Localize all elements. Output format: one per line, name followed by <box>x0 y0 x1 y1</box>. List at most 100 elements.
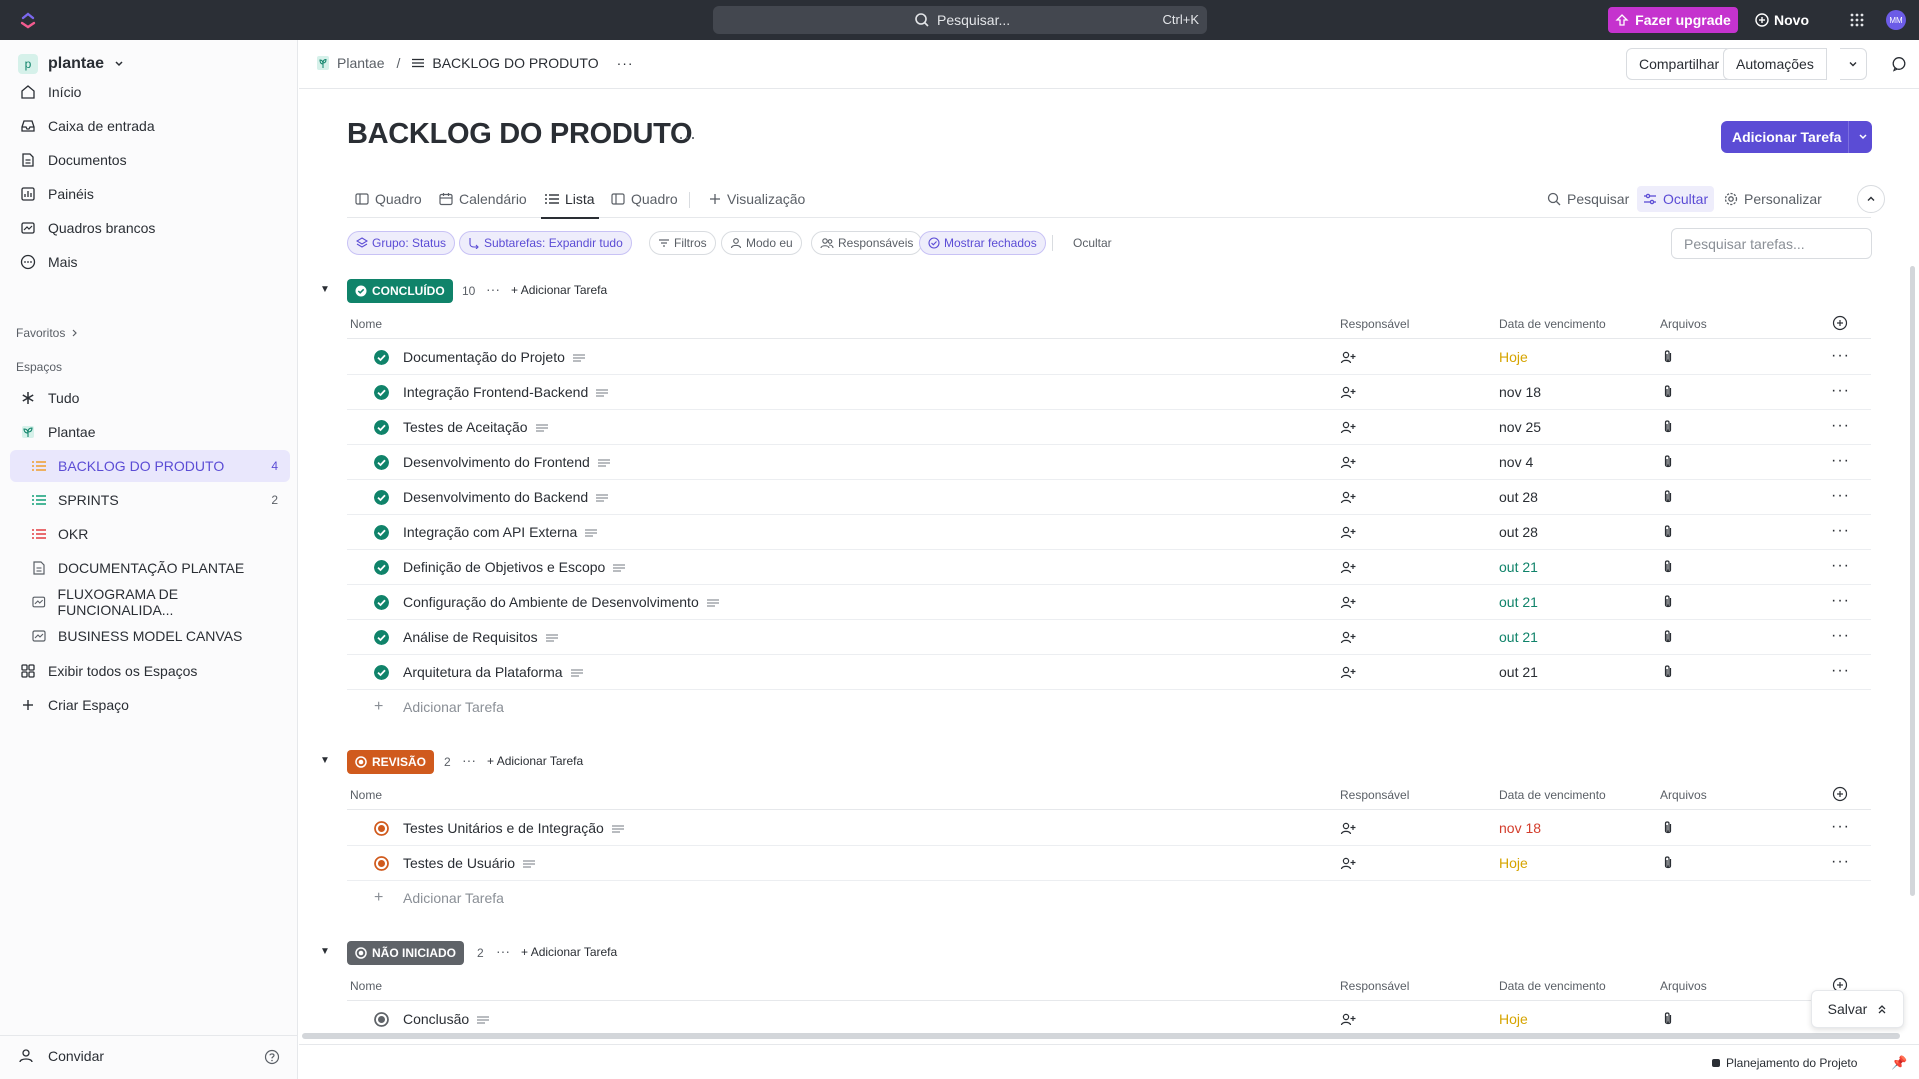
show-closed-chip[interactable]: Mostrar fechados <box>919 231 1046 255</box>
task-due-date[interactable]: Hoje <box>1499 855 1528 871</box>
status-done-icon[interactable] <box>374 665 389 680</box>
task-due-date[interactable]: nov 4 <box>1499 454 1533 470</box>
status-badge[interactable]: CONCLUÍDO <box>347 279 453 303</box>
task-row[interactable]: Configuração do Ambiente de Desenvolvime… <box>347 585 1871 620</box>
tab-board-2[interactable]: Quadro <box>611 187 678 211</box>
status-dot-icon[interactable] <box>374 821 389 836</box>
add-assignee-icon[interactable] <box>1340 455 1356 471</box>
attachment-icon[interactable] <box>1661 419 1675 435</box>
assignees-chip[interactable]: Responsáveis <box>811 231 923 255</box>
status-badge[interactable]: REVISÃO <box>347 750 435 774</box>
task-row[interactable]: Testes de Aceitação nov 25 ··· <box>347 410 1871 445</box>
status-done-icon[interactable] <box>374 630 389 645</box>
row-more-icon[interactable]: ··· <box>1831 557 1850 575</box>
group-more-icon[interactable]: ··· <box>496 943 510 959</box>
task-search-input[interactable] <box>1671 228 1872 259</box>
task-due-date[interactable]: out 28 <box>1499 489 1538 505</box>
tab-calendar[interactable]: Calendário <box>439 187 527 211</box>
task-due-date[interactable]: Hoje <box>1499 349 1528 365</box>
task-row[interactable]: ConclusãoHoje··· <box>347 1002 1871 1037</box>
task-name[interactable]: Testes Unitários e de Integração <box>403 820 624 836</box>
task-row[interactable]: Arquitetura da Plataforma out 21 ··· <box>347 655 1871 690</box>
task-row[interactable]: Testes de Usuário Hoje ··· <box>347 846 1871 881</box>
row-more-icon[interactable]: ··· <box>1831 627 1850 645</box>
chevron-down-icon[interactable] <box>1858 132 1868 142</box>
status-done-icon[interactable] <box>374 490 389 505</box>
row-more-icon[interactable]: ··· <box>1831 853 1850 871</box>
sidebar-item-whiteboards[interactable]: Quadros brancos <box>20 217 155 239</box>
show-all-spaces[interactable]: Exibir todos os Espaços <box>20 660 197 682</box>
col-due[interactable]: Data de vencimento <box>1499 979 1606 993</box>
space-item-plantae[interactable]: Plantae <box>20 421 95 443</box>
new-button[interactable]: Novo <box>1755 7 1809 33</box>
status-done-icon[interactable] <box>374 525 389 540</box>
breadcrumb-more-icon[interactable]: ··· <box>617 55 634 71</box>
task-name[interactable]: Configuração do Ambiente de Desenvolvime… <box>403 594 719 610</box>
create-space[interactable]: Criar Espaço <box>20 694 129 716</box>
sidebar-list-backlog[interactable]: BACKLOG DO PRODUTO 4 <box>10 450 290 482</box>
task-row[interactable]: Análise de Requisitos out 21 ··· <box>347 620 1871 655</box>
save-button[interactable]: Salvar <box>1811 990 1904 1028</box>
vertical-scrollbar[interactable] <box>1910 266 1915 896</box>
status-dot-icon[interactable] <box>374 1012 389 1027</box>
col-assignee[interactable]: Responsável <box>1340 788 1409 802</box>
sidebar-list-sprints[interactable]: SPRINTS 2 <box>10 484 290 516</box>
add-assignee-icon[interactable] <box>1340 1012 1356 1028</box>
task-row[interactable]: Documentação do Projeto Hoje ··· <box>347 340 1871 375</box>
attachment-icon[interactable] <box>1661 1011 1675 1027</box>
workspace-switcher[interactable]: p plantae <box>18 54 124 74</box>
upgrade-button[interactable]: Fazer upgrade <box>1608 7 1738 33</box>
breadcrumb-space[interactable]: Plantae <box>337 55 384 71</box>
task-due-date[interactable]: Hoje <box>1499 1011 1528 1027</box>
task-name[interactable]: Testes de Usuário <box>403 855 536 871</box>
sidebar-item-dashboards[interactable]: Painéis <box>20 183 94 205</box>
search-tool[interactable]: Pesquisar <box>1547 186 1629 212</box>
collapse-caret-icon[interactable]: ▼ <box>320 755 330 766</box>
collapse-caret-icon[interactable]: ▼ <box>320 946 330 957</box>
add-assignee-icon[interactable] <box>1340 856 1356 872</box>
collapse-header-button[interactable] <box>1857 185 1885 213</box>
group-more-icon[interactable]: ··· <box>486 281 500 297</box>
add-assignee-icon[interactable] <box>1340 630 1356 646</box>
add-task-button[interactable]: Adicionar Tarefa <box>1721 121 1872 153</box>
task-row[interactable]: Desenvolvimento do Backend out 28 ··· <box>347 480 1871 515</box>
help-icon[interactable] <box>264 1049 280 1065</box>
hide-chip[interactable]: Ocultar <box>1064 231 1121 255</box>
col-files[interactable]: Arquivos <box>1660 979 1707 993</box>
attachment-icon[interactable] <box>1661 855 1675 871</box>
task-name[interactable]: Desenvolvimento do Frontend <box>403 454 610 470</box>
attachment-icon[interactable] <box>1661 664 1675 680</box>
task-due-date[interactable]: out 21 <box>1499 594 1538 610</box>
add-assignee-icon[interactable] <box>1340 420 1356 436</box>
add-assignee-icon[interactable] <box>1340 350 1356 366</box>
filters-chip[interactable]: Filtros <box>649 231 716 255</box>
add-assignee-icon[interactable] <box>1340 525 1356 541</box>
row-more-icon[interactable]: ··· <box>1831 592 1850 610</box>
task-name[interactable]: Integração Frontend-Backend <box>403 384 609 400</box>
row-more-icon[interactable]: ··· <box>1831 662 1850 680</box>
hide-tool[interactable]: Ocultar <box>1637 186 1715 212</box>
share-button[interactable]: Compartilhar <box>1626 48 1733 80</box>
attachment-icon[interactable] <box>1661 384 1675 400</box>
col-name[interactable]: Nome <box>350 788 382 802</box>
subtasks-chip[interactable]: Subtarefas: Expandir tudo <box>459 231 632 255</box>
task-due-date[interactable]: out 28 <box>1499 524 1538 540</box>
row-more-icon[interactable]: ··· <box>1831 487 1850 505</box>
apps-grid-icon[interactable] <box>1849 12 1865 28</box>
sidebar-item-home[interactable]: Início <box>20 81 81 103</box>
me-mode-chip[interactable]: Modo eu <box>721 231 802 255</box>
task-row[interactable]: Desenvolvimento do Frontend nov 4 ··· <box>347 445 1871 480</box>
task-name[interactable]: Testes de Aceitação <box>403 419 548 435</box>
status-done-icon[interactable] <box>374 560 389 575</box>
status-done-icon[interactable] <box>374 420 389 435</box>
global-search-bar[interactable]: Pesquisar... Ctrl+K <box>713 6 1207 34</box>
task-due-date[interactable]: nov 18 <box>1499 820 1541 836</box>
sidebar-whiteboard-flowchart[interactable]: FLUXOGRAMA DE FUNCIONALIDA... <box>10 586 290 618</box>
collapse-caret-icon[interactable]: ▼ <box>320 284 330 295</box>
add-assignee-icon[interactable] <box>1340 560 1356 576</box>
customize-tool[interactable]: Personalizar <box>1724 186 1822 212</box>
add-assignee-icon[interactable] <box>1340 385 1356 401</box>
col-files[interactable]: Arquivos <box>1660 317 1707 331</box>
col-files[interactable]: Arquivos <box>1660 788 1707 802</box>
attachment-icon[interactable] <box>1661 629 1675 645</box>
